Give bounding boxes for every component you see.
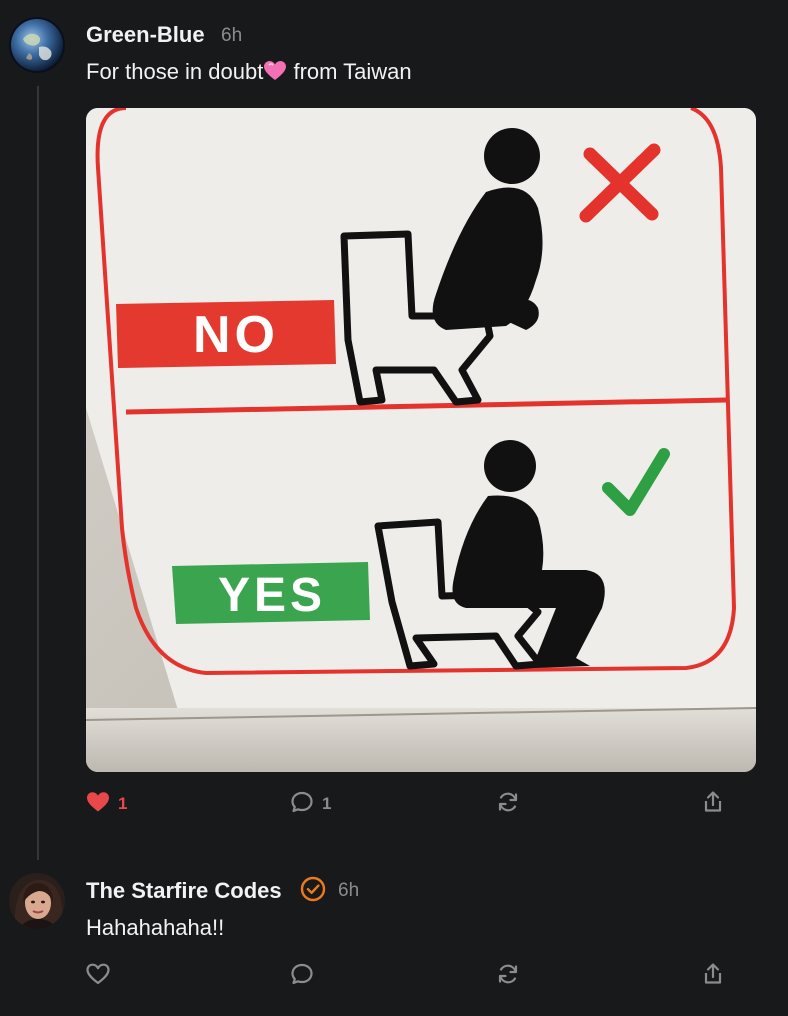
post-timestamp[interactable]: 6h	[221, 25, 242, 47]
like-button[interactable]: 1	[86, 788, 127, 820]
repost-icon	[496, 790, 520, 819]
yes-label: YES	[218, 569, 326, 622]
post-text: For those in doubt from Taiwan	[86, 59, 412, 88]
verified-badge-icon	[300, 876, 326, 907]
earth-avatar-image	[9, 17, 65, 73]
no-label: NO	[193, 306, 279, 364]
post-text-main: For those in doubt	[86, 59, 264, 84]
reply-button[interactable]: 1	[290, 788, 331, 820]
toilet-sign-image: NO YES	[86, 108, 756, 772]
heart-filled-icon	[86, 791, 110, 818]
author-name[interactable]: Green-Blue	[86, 22, 205, 48]
share-icon	[701, 790, 725, 819]
woman-avatar-image	[9, 873, 65, 929]
reply-repost-button[interactable]	[496, 960, 520, 992]
like-count: 1	[118, 794, 128, 813]
thread-line	[37, 86, 39, 860]
comment-icon	[290, 790, 314, 819]
reply-author-avatar[interactable]	[9, 873, 65, 929]
comment-icon	[290, 962, 314, 991]
reply-share-button[interactable]	[701, 960, 725, 992]
reply-timestamp[interactable]: 6h	[338, 880, 359, 902]
post-image[interactable]: NO YES	[86, 108, 756, 772]
reply-actions	[86, 960, 736, 992]
heart-icon	[263, 60, 287, 88]
post-text-suffix: from Taiwan	[287, 59, 412, 84]
author-avatar[interactable]	[9, 17, 65, 73]
reply-like-button[interactable]	[86, 960, 110, 992]
repost-button[interactable]	[496, 788, 520, 820]
reply-author-name[interactable]: The Starfire Codes	[86, 878, 282, 904]
post-actions: 1 1	[86, 788, 736, 820]
reply-text: Hahahahaha!!	[86, 915, 225, 940]
heart-outline-icon	[86, 963, 110, 990]
reply-count: 1	[322, 794, 332, 813]
share-icon	[701, 962, 725, 991]
reply-reply-button[interactable]	[290, 960, 314, 992]
repost-icon	[496, 962, 520, 991]
share-button[interactable]	[701, 788, 725, 820]
